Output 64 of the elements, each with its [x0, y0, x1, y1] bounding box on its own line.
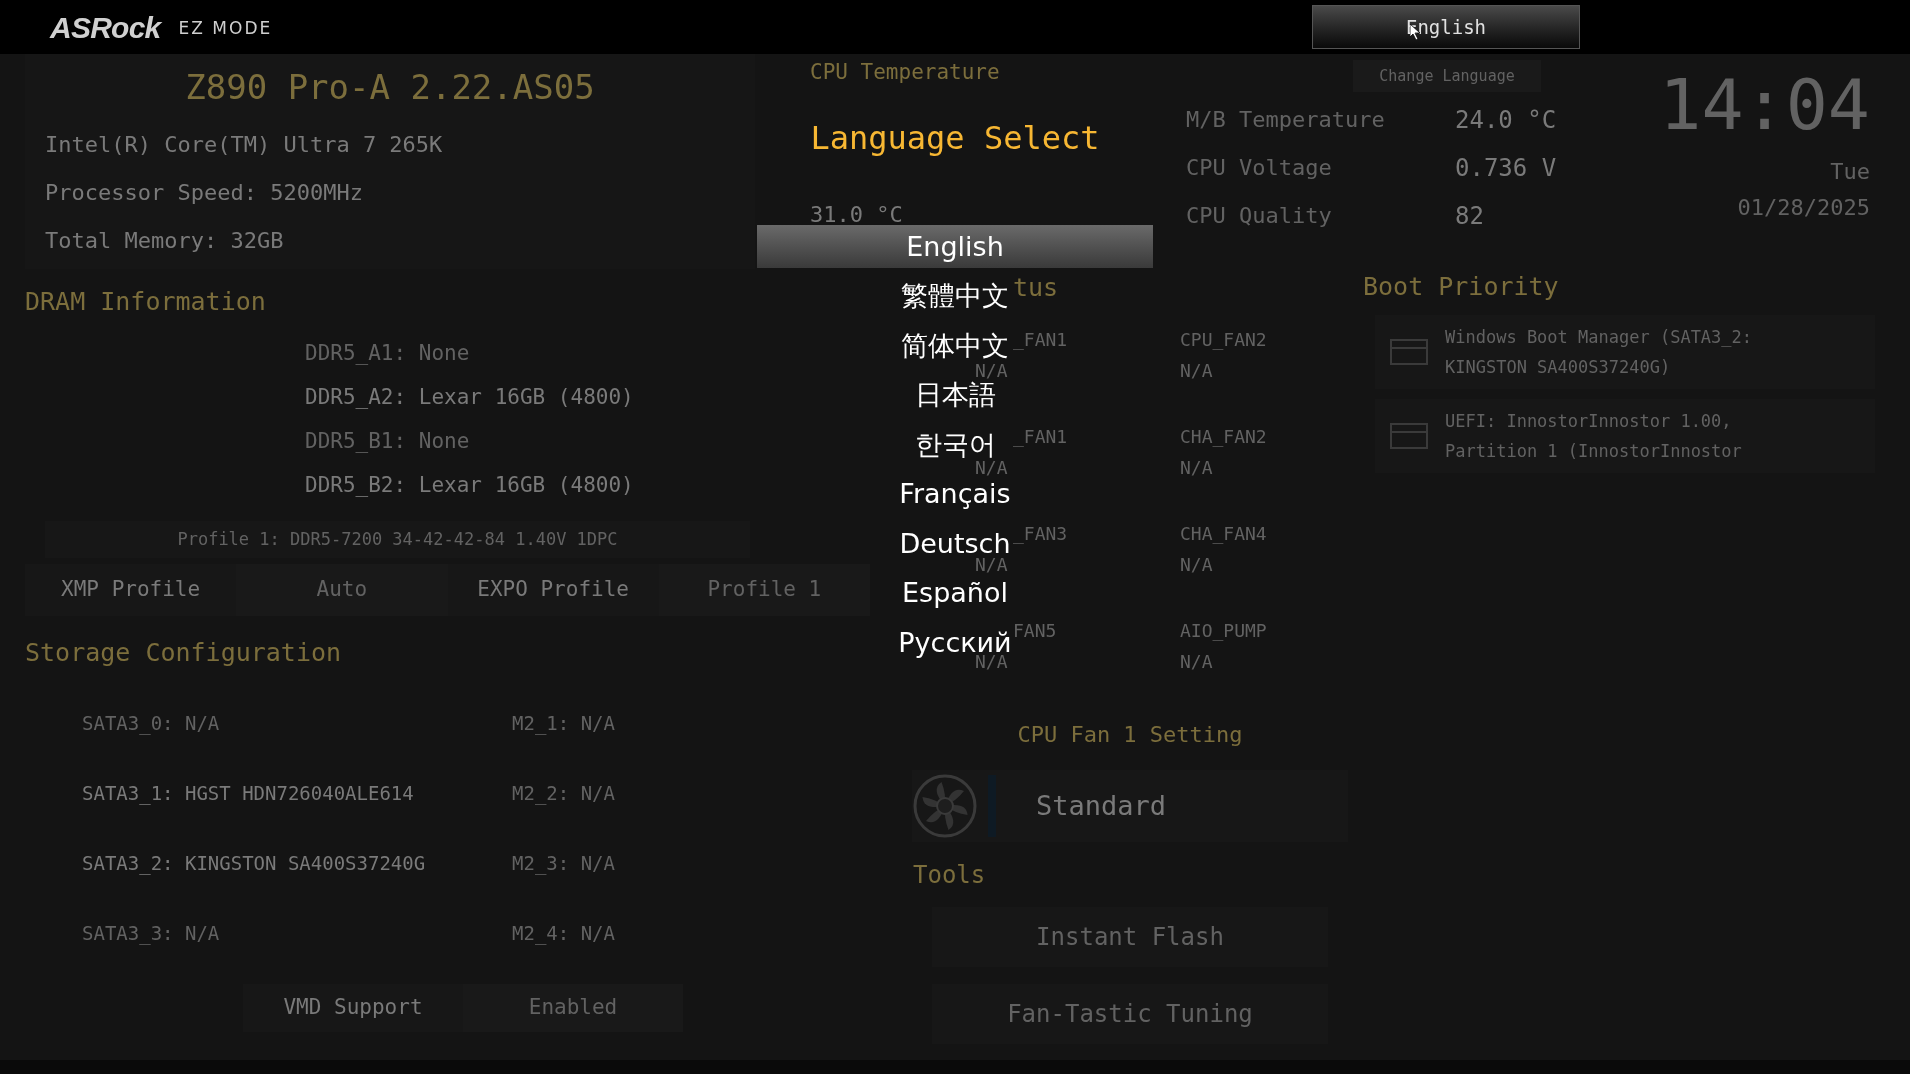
- boot-priority-heading: Boot Priority: [1363, 271, 1559, 303]
- dram-slot: DDR5_A2: Lexar 16GB (4800): [305, 382, 770, 411]
- monitor-label: M/B Temperature: [1186, 106, 1386, 134]
- language-option[interactable]: 简体中文: [901, 329, 1009, 362]
- language-option[interactable]: Français: [899, 478, 1011, 511]
- monitor-value: 82: [1455, 202, 1485, 230]
- dialog-title: Language Select: [810, 118, 1100, 159]
- fan-status-heading: tus: [1013, 272, 1059, 304]
- fan-reading: N/A: [1180, 650, 1213, 674]
- fan-name: CHA_FAN2: [1180, 425, 1267, 449]
- m2-slot: M2_3: N/A: [512, 849, 770, 876]
- fan-name: CPU_FAN2: [1180, 328, 1267, 352]
- system-info-line: Processor Speed: 5200MHz: [44, 179, 364, 207]
- cpu-temperature-label: CPU Temperature: [810, 59, 1001, 86]
- m2-slot: M2_2: N/A: [512, 779, 770, 806]
- language-option[interactable]: 日本語: [914, 379, 996, 412]
- fan-name: CHA_FAN4: [1180, 522, 1267, 546]
- dram-slot: DDR5_B1: None: [305, 426, 770, 455]
- language-option[interactable]: English: [757, 225, 1153, 269]
- fan-mode-value[interactable]: Standard: [1036, 785, 1167, 827]
- language-option[interactable]: Español: [902, 577, 1008, 610]
- fan-reading: N/A: [1180, 456, 1213, 480]
- clock-day: Tue: [1830, 158, 1870, 186]
- storage-heading: Storage Configuration: [25, 637, 343, 669]
- drive-icon: [1389, 336, 1429, 368]
- language-dropdown[interactable]: English: [1312, 5, 1580, 49]
- brand-logo: ASRock: [50, 9, 161, 46]
- fan-reading: N/A: [975, 359, 1008, 381]
- boot-device-text: KINGSTON SA400S37240G): [1445, 356, 1672, 379]
- dram-heading: DRAM Information: [25, 286, 267, 318]
- drive-icon: [1389, 420, 1429, 452]
- mode-label: EZ MODE: [178, 17, 273, 41]
- fan-name: _FAN1: [1013, 425, 1068, 449]
- monitor-label: CPU Quality: [1186, 202, 1333, 230]
- fan-name: _FAN3: [1013, 522, 1068, 546]
- sata-port: SATA3_0: N/A: [82, 710, 221, 736]
- system-info-line: Intel(R) Core(TM) Ultra 7 265K: [44, 131, 444, 159]
- dram-slot: DDR5_A1: None: [305, 338, 770, 367]
- fan-reading: N/A: [1180, 553, 1213, 577]
- fan-name: FAN5: [1013, 619, 1057, 643]
- boot-device-text: Partition 1 (InnostorInnostor: [1445, 440, 1742, 463]
- monitor-value: 0.736 V: [1455, 154, 1558, 182]
- sata-port: SATA3_3: N/A: [82, 920, 221, 946]
- cursor-icon: [1410, 24, 1421, 40]
- boot-device-text: UEFI: InnostorInnostor 1.00,: [1445, 410, 1733, 433]
- fan-reading: N/A: [975, 553, 1008, 577]
- fan-name: _FAN1: [1013, 328, 1068, 352]
- monitor-label: CPU Voltage: [1186, 154, 1333, 182]
- board-title: Z890 Pro-A 2.22.AS05: [184, 66, 596, 109]
- system-info-line: Total Memory: 32GB: [44, 227, 285, 255]
- m2-slot: M2_4: N/A: [512, 919, 770, 946]
- cpu-fan-setting-title: CPU Fan 1 Setting: [1016, 721, 1244, 749]
- tools-heading: Tools: [913, 860, 986, 890]
- clock-time: 14:04: [1659, 63, 1870, 148]
- fan-name: AIO_PUMP: [1180, 619, 1267, 643]
- monitor-value: 24.0 °C: [1455, 106, 1558, 134]
- m2-slot: M2_1: N/A: [512, 709, 770, 736]
- dram-slot: DDR5_B2: Lexar 16GB (4800): [305, 470, 770, 499]
- language-option[interactable]: 繁體中文: [901, 280, 1009, 313]
- sata-port: SATA3_1: HGST HDN726040ALE614: [82, 780, 415, 806]
- clock-date: 01/28/2025: [1737, 194, 1870, 222]
- boot-device-text: Windows Boot Manager (SATA3_2:: [1445, 326, 1753, 349]
- fan-reading: N/A: [1180, 359, 1213, 383]
- sata-port: SATA3_2: KINGSTON SA400S37240G: [82, 850, 427, 876]
